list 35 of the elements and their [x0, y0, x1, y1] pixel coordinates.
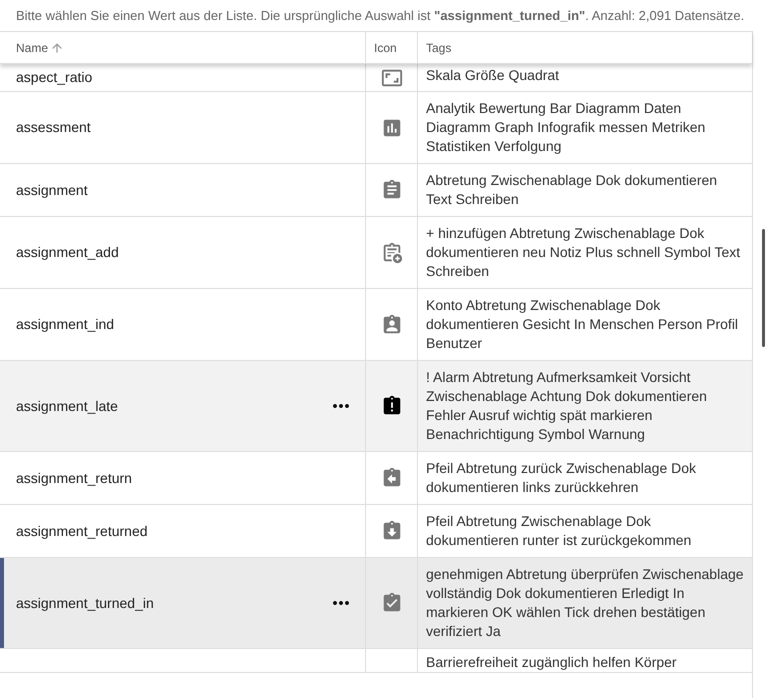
table-cell-text: aspect_ratio — [16, 68, 92, 87]
table-row[interactable]: assignment_return Pfeil Abtretung zurück Zwischenablage Dok dokumentieren links zurückkehren — [0, 452, 752, 505]
table-row[interactable]: assignment_returned Pfeil Abtretung Zwischenablage Dok dokumentieren runter ist zurückgekommen — [0, 505, 752, 558]
table-cell-text: assignment_ind — [16, 315, 114, 334]
table-cell: Pfeil Abtretung Zwischenablage Dok dokumentieren runter ist zurückgekommen — [426, 513, 692, 548]
column-header[interactable]: Icon — [374, 38, 397, 56]
table-row[interactable]: aspect_ratio Skala Größe Quadrat — [0, 64, 752, 92]
table-cell-text: assessment — [16, 118, 91, 137]
table-row[interactable]: assignment Abtretung Zwischenablage Dok dokumentieren Text Schreiben — [0, 164, 752, 217]
table-cell-text: assignment — [16, 180, 88, 200]
table-row[interactable]: assignment_late ! Alarm Abtretung Aufmerksamkeit Vorsicht Zwischenablage Achtung Dok dokumentieren Fehler Ausruf wichtig spät markieren Benachrichtigung Symbol Warnung — [0, 361, 752, 452]
prompt-text: Bitte wählen Sie einen Wert aus der Liste. Die ursprüngliche Auswahl ist "assignment_turned_in". Anzahl: 2,091 Datensätze. — [16, 8, 744, 23]
table-cell: Skala Größe Quadrat — [426, 67, 560, 83]
table-cell-text: assignment_returned — [16, 522, 148, 541]
table-cell-text: assignment_turned_in — [16, 594, 154, 613]
table-cell-text: assignment_add — [16, 243, 119, 262]
column-header[interactable]: Name — [16, 38, 64, 56]
table-cell: Konto Abtretung Zwischenablage Dok dokumentieren Gesicht In Menschen Person Profil Benutzer — [426, 297, 738, 351]
table-cell: Analytik Bewertung Bar Diagramm Daten Diagramm Graph Infografik messen Metriken Statistiken Verfolgung — [426, 100, 706, 154]
table-cell: Abtretung Zwischenablage Dok dokumentieren Text Schreiben — [426, 172, 718, 207]
table-row[interactable]: assignment_ind Konto Abtretung Zwischenablage Dok dokumentieren Gesicht In Menschen Person Profil Benutzer — [0, 289, 752, 361]
table-row[interactable]: assignment_turned_in genehmigen Abtretung überprüfen Zwischenablage vollständig Dok dokumentieren Erledigt In markieren OK wählen Tick drehen bestätigen verifiziert Ja — [0, 558, 752, 649]
table-row[interactable]: assessment Analytik Bewertung Bar Diagramm Daten Diagramm Graph Infografik messen Metriken Statistiken Verfolgung — [0, 92, 752, 164]
table-cell-text: assignment_late — [16, 396, 118, 416]
table-cell: + hinzufügen Abtretung Zwischenablage Dok dokumentieren neu Notiz Plus schnell Symbol Text Schreiben — [426, 225, 740, 279]
table-cell: Pfeil Abtretung zurück Zwischenablage Dok dokumentieren links zurückkehren — [426, 460, 696, 495]
table-row[interactable]: Barrierefreiheit zugänglich helfen Körper — [0, 649, 752, 673]
table-cell: ! Alarm Abtretung Aufmerksamkeit Vorsicht Zwischenablage Achtung Dok dokumentieren Fehler Ausruf wichtig spät markieren Benachrichtigung Symbol Warnung — [426, 369, 707, 442]
sort-arrow-icon — [50, 40, 64, 54]
scrollbar-thumb[interactable] — [762, 229, 765, 347]
table-row[interactable]: assignment_add + hinzufügen Abtretung Zwischenablage Dok dokumentieren neu Notiz Plus schnell Symbol Text Schreiben — [0, 217, 752, 289]
table-cell-text: assignment_return — [16, 468, 132, 488]
table-cell: genehmigen Abtretung überprüfen Zwischenablage vollständig Dok dokumentieren Erledigt In markieren OK wählen Tick drehen bestätigen verifiziert Ja — [426, 566, 744, 639]
table-cell: Barrierefreiheit zugänglich helfen Körper — [426, 654, 677, 670]
column-header[interactable]: Tags — [426, 38, 452, 56]
